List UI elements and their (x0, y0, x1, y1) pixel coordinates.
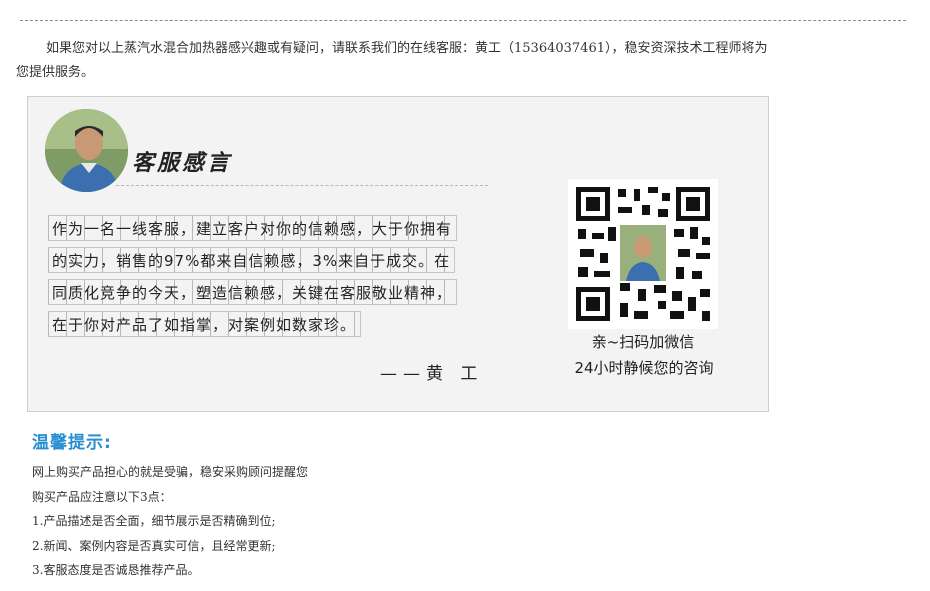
dashed-divider (20, 20, 906, 21)
list-item: 1.产品描述是否全面，细节展示是否精确到位; (32, 514, 276, 528)
title-rule (116, 185, 488, 186)
qr-caption-hours: 24小时静候您的咨询 (574, 359, 714, 377)
quote-line-4: 在于你对产品了如指掌，对案例如数家珍。 (48, 311, 362, 337)
signature: ——黄 工 (380, 364, 484, 384)
quote-line-2: 的实力，销售的97%都来自信赖感，3%来自于成交。在 (48, 247, 456, 273)
customer-service-card: 客服感言 作为一名一线客服，建立客户对你的信赖感，大于你拥有 的实力，销售的97… (27, 96, 769, 412)
quote-line-1: 作为一名一线客服，建立客户对你的信赖感，大于你拥有 (48, 215, 458, 241)
card-title: 客服感言 (132, 150, 233, 176)
list-item: 网上购买产品担心的就是受骗，稳安采购顾问提醒您 (32, 465, 309, 479)
wechat-qr-code (568, 179, 718, 329)
avatar (45, 109, 128, 192)
qr-caption-scan: 亲~扫码加微信 (591, 333, 695, 351)
tips-list: 网上购买产品担心的就是受骗，稳安采购顾问提醒您 购买产品应注意以下3点： 1.产… (32, 460, 308, 583)
tips-title: 温馨提示: (32, 433, 112, 453)
intro-paragraph: 如果您对以上蒸汽水混合加热器感兴趣或有疑问，请联系我们的在线客服：黄工（1536… (16, 41, 768, 80)
list-item: 购买产品应注意以下3点： (32, 489, 172, 504)
qr-code-icon (568, 179, 718, 329)
avatar-photo-icon (45, 109, 128, 192)
quote-line-3: 同质化竞争的今天，塑造信赖感，关键在客服敬业精神， (48, 279, 458, 305)
list-item: 2.新闻、案例内容是否真实可信，且经常更新; (32, 538, 276, 553)
list-item: 3.客服态度是否诚恳推荐产品。 (32, 563, 200, 577)
